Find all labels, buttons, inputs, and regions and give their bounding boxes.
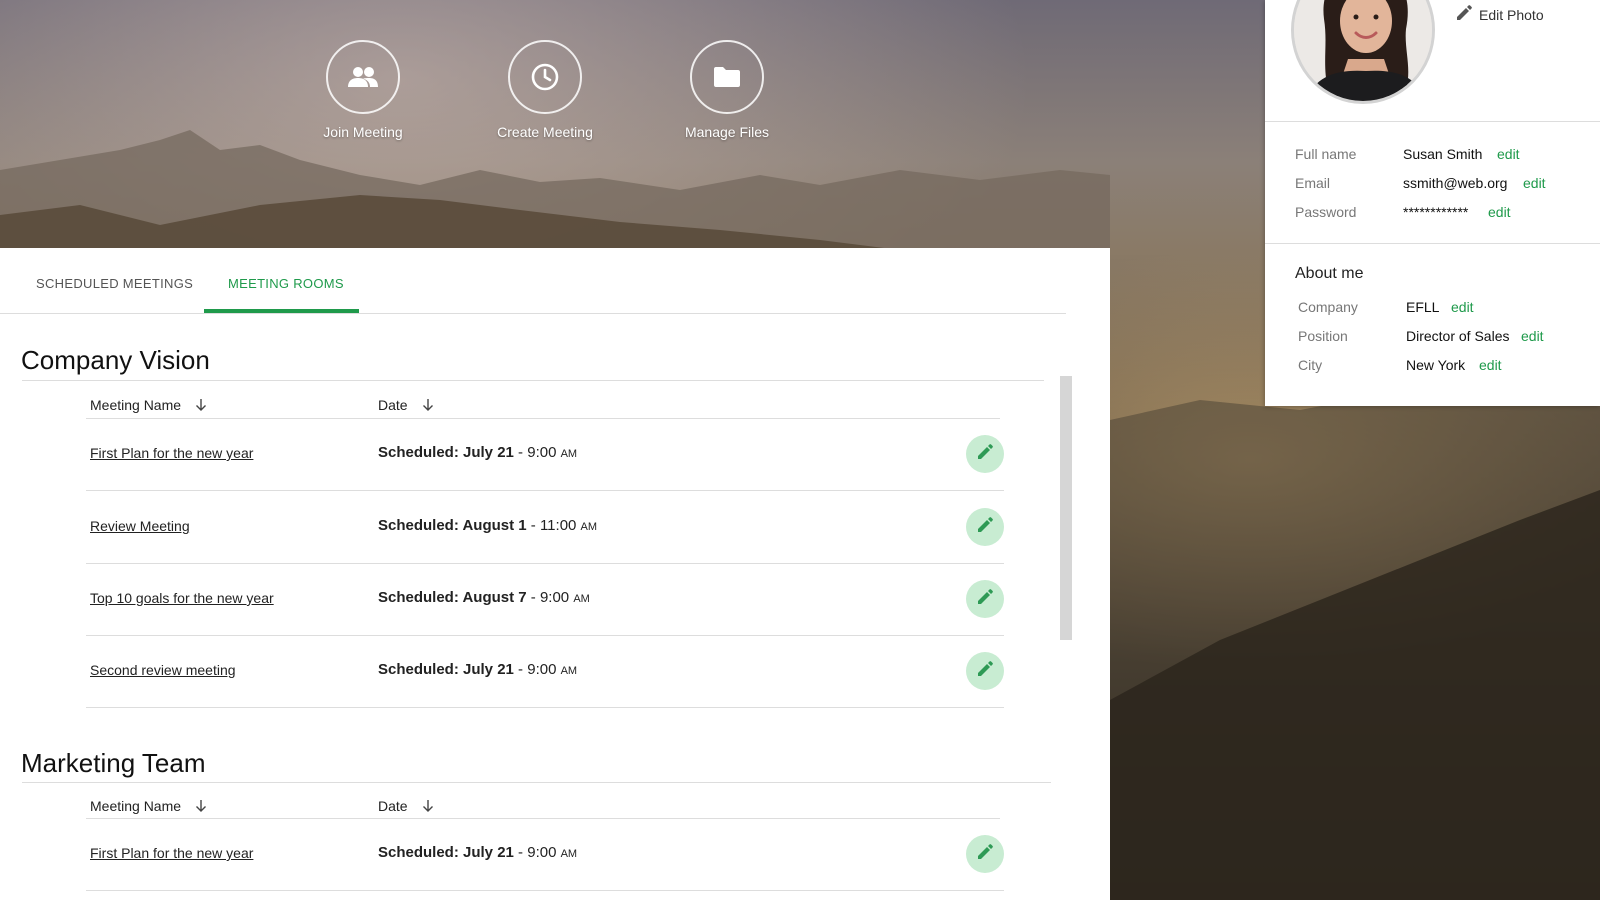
edit-company-link[interactable]: edit: [1451, 299, 1474, 315]
section-title: Company Vision: [21, 345, 210, 375]
edit-position-link[interactable]: edit: [1521, 328, 1544, 344]
password-value: ************: [1403, 204, 1469, 220]
section-title: Marketing Team: [21, 748, 206, 778]
email-label: Email: [1295, 175, 1331, 191]
edit-full-name-link[interactable]: edit: [1497, 146, 1520, 162]
city-label: City: [1298, 357, 1323, 373]
table-row: First Plan for the new year Scheduled: J…: [86, 819, 1004, 891]
column-label: Meeting Name: [90, 397, 182, 413]
date-time: - 9:00: [526, 589, 574, 606]
position-value: Director of Sales: [1406, 328, 1510, 344]
date-ampm: AM: [560, 448, 578, 460]
pencil-icon: [976, 516, 994, 539]
avatar: [1291, 0, 1435, 104]
scrollbar[interactable]: [1060, 376, 1072, 640]
meeting-date: Scheduled: August 7 - 9:00 AM: [378, 589, 590, 606]
pencil-icon: [976, 443, 994, 466]
date-ampm: AM: [560, 665, 578, 677]
column-header-meeting-name: Meeting Name: [90, 798, 207, 814]
meeting-name-link[interactable]: Second review meeting: [90, 662, 236, 678]
edit-meeting-button[interactable]: [966, 652, 1004, 690]
section-divider: [22, 380, 1044, 381]
profile-divider: [1265, 243, 1600, 244]
sort-arrow-icon[interactable]: [195, 398, 207, 412]
date-ampm: AM: [580, 521, 598, 533]
company-value: EFLL: [1406, 299, 1440, 315]
date-time: - 11:00: [526, 517, 581, 534]
edit-photo-label: Edit Photo: [1479, 6, 1544, 23]
company-label: Company: [1298, 299, 1358, 315]
folder-icon: [690, 40, 764, 114]
sort-arrow-icon[interactable]: [422, 398, 434, 412]
meeting-name-link[interactable]: First Plan for the new year: [90, 845, 253, 861]
manage-files-label: Manage Files: [684, 124, 770, 140]
date-ampm: AM: [560, 848, 578, 860]
profile-divider: [1265, 121, 1600, 122]
clock-icon: [508, 40, 582, 114]
meeting-date: Scheduled: July 21 - 9:00 AM: [378, 661, 577, 678]
sort-arrow-icon[interactable]: [195, 799, 207, 813]
date-prefix: Scheduled: August 1: [378, 517, 527, 534]
date-prefix: Scheduled: July 21: [378, 661, 514, 678]
meeting-date: Scheduled: July 21 - 9:00 AM: [378, 844, 577, 861]
edit-meeting-button[interactable]: [966, 580, 1004, 618]
date-prefix: Scheduled: August 7: [378, 589, 527, 606]
column-header-date: Date: [378, 397, 434, 413]
date-time: - 9:00: [513, 444, 561, 461]
meeting-name-link[interactable]: First Plan for the new year: [90, 445, 253, 461]
quick-actions: Join Meeting Create Meeting Manage Files: [0, 0, 1110, 248]
meeting-date: Scheduled: August 1 - 11:00 AM: [378, 517, 597, 534]
column-header-date: Date: [378, 798, 434, 814]
date-ampm: AM: [573, 593, 590, 605]
full-name-value: Susan Smith: [1403, 146, 1483, 162]
position-label: Position: [1298, 328, 1348, 344]
about-me-title: About me: [1295, 265, 1364, 282]
manage-files-button[interactable]: Manage Files: [652, 40, 802, 140]
sort-arrow-icon[interactable]: [422, 799, 434, 813]
pencil-icon: [1455, 4, 1473, 25]
edit-meeting-button[interactable]: [966, 435, 1004, 473]
edit-password-link[interactable]: edit: [1488, 204, 1511, 220]
password-label: Password: [1295, 204, 1357, 220]
table-row: Top 10 goals for the new year Scheduled:…: [86, 564, 1004, 636]
join-meeting-button[interactable]: Join Meeting: [288, 40, 438, 140]
column-label: Date: [378, 798, 408, 814]
create-meeting-button[interactable]: Create Meeting: [470, 40, 620, 140]
tab-bar: SCHEDULED MEETINGS MEETING ROOMS: [0, 248, 1066, 314]
date-time: - 9:00: [513, 661, 561, 678]
full-name-label: Full name: [1295, 146, 1357, 162]
meeting-name-link[interactable]: Review Meeting: [90, 518, 190, 534]
table-row: Second review meeting Scheduled: July 21…: [86, 636, 1004, 708]
people-icon: [326, 40, 400, 114]
edit-email-link[interactable]: edit: [1523, 175, 1546, 191]
meetings-panel: SCHEDULED MEETINGS MEETING ROOMS Company…: [0, 248, 1110, 900]
table-row: First Plan for the new year Scheduled: J…: [86, 419, 1004, 491]
edit-city-link[interactable]: edit: [1479, 357, 1502, 373]
table-row: Review Meeting Scheduled: August 1 - 11:…: [86, 492, 1004, 564]
pencil-icon: [976, 843, 994, 866]
profile-card: Edit Photo Full name Susan Smith edit Em…: [1265, 0, 1600, 406]
date-time: - 9:00: [513, 844, 561, 861]
column-label: Date: [378, 397, 408, 413]
edit-photo-button[interactable]: Edit Photo: [1455, 4, 1544, 25]
column-header-meeting-name: Meeting Name: [90, 397, 207, 413]
active-tab-indicator: [204, 309, 359, 313]
section-divider: [22, 782, 1051, 783]
date-prefix: Scheduled: July 21: [378, 844, 514, 861]
column-label: Meeting Name: [90, 798, 182, 814]
date-prefix: Scheduled: July 21: [378, 444, 514, 461]
city-value: New York: [1406, 357, 1466, 373]
pencil-icon: [976, 660, 994, 683]
pencil-icon: [976, 588, 994, 611]
email-value: ssmith@web.org: [1403, 175, 1508, 191]
create-meeting-label: Create Meeting: [497, 124, 593, 140]
edit-meeting-button[interactable]: [966, 508, 1004, 546]
meeting-date: Scheduled: July 21 - 9:00 AM: [378, 444, 577, 461]
edit-meeting-button[interactable]: [966, 835, 1004, 873]
meeting-name-link[interactable]: Top 10 goals for the new year: [90, 590, 274, 606]
tab-scheduled-meetings[interactable]: SCHEDULED MEETINGS: [36, 276, 193, 314]
join-meeting-label: Join Meeting: [323, 124, 403, 140]
